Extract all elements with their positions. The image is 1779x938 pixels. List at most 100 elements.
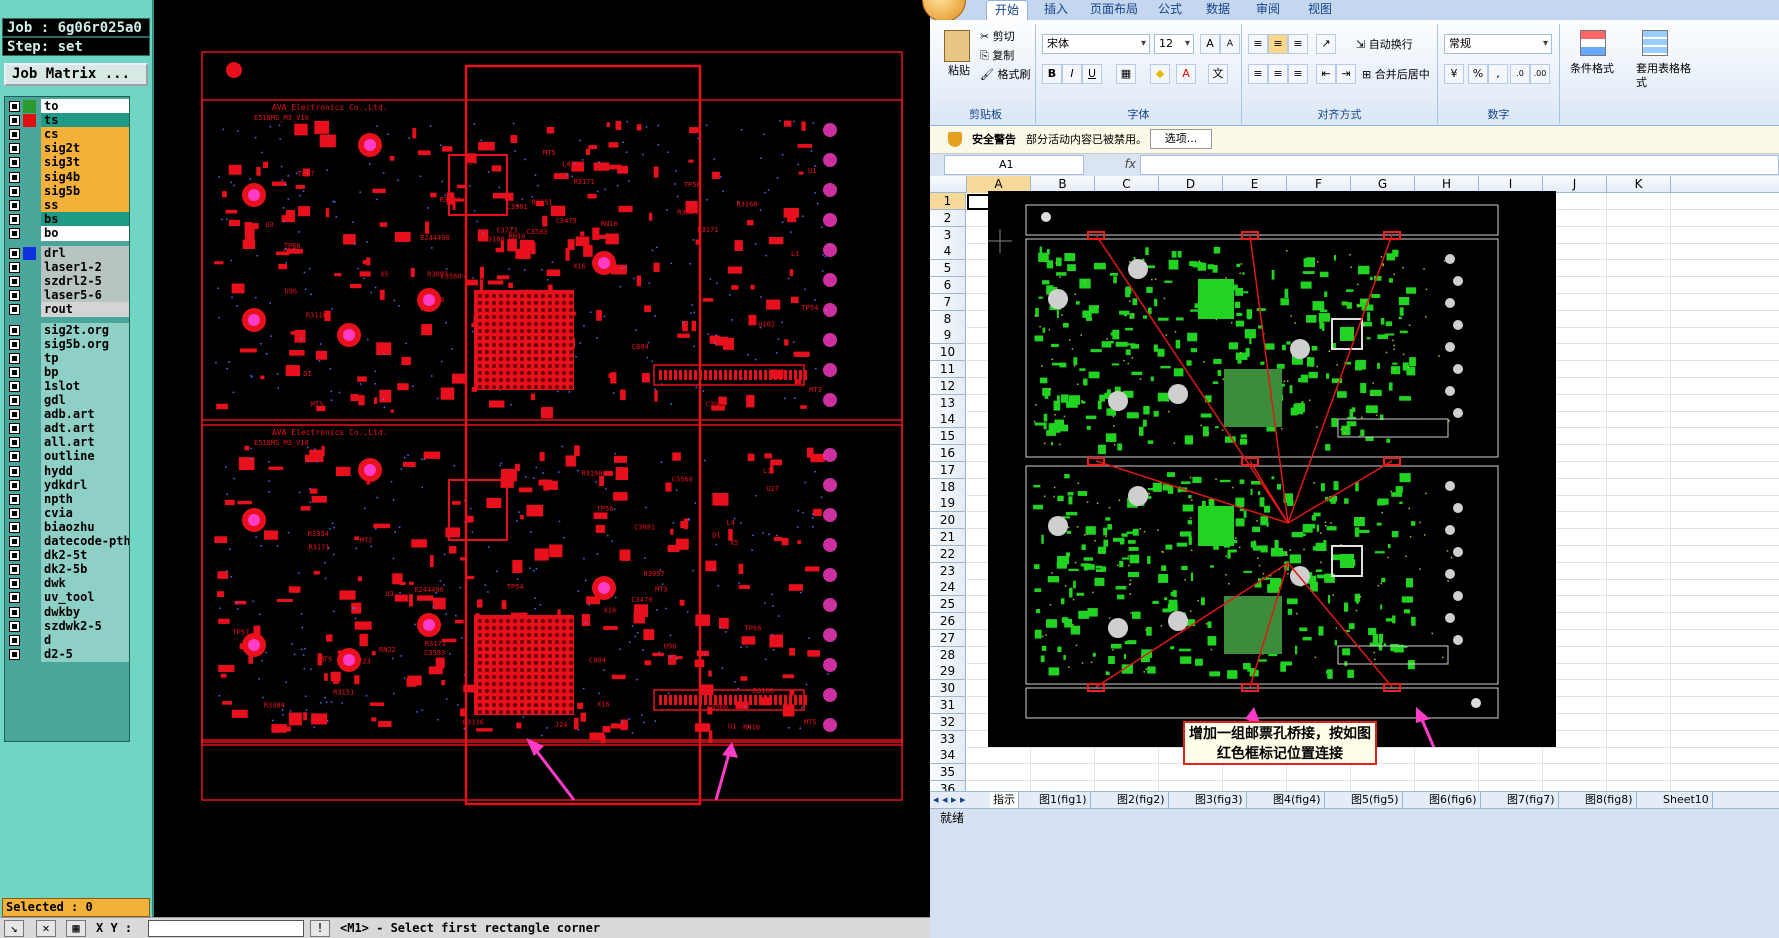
row-header[interactable]: 10 <box>930 344 966 362</box>
layer-checkbox[interactable] <box>9 648 20 660</box>
font-size-combo[interactable]: 12 <box>1154 34 1194 54</box>
row-header[interactable]: 5 <box>930 260 966 278</box>
callout-textbox[interactable]: 增加一组邮票孔桥接，按如图红色框标记位置连接 <box>1183 721 1377 765</box>
layer-color-swatch[interactable] <box>23 479 36 492</box>
wrap-text-button[interactable]: ⇲ 自动换行 <box>1356 38 1413 52</box>
layer-checkbox[interactable] <box>9 409 20 421</box>
layer-row-gdl[interactable]: gdl <box>7 393 129 408</box>
layer-checkbox[interactable] <box>9 465 20 477</box>
layer-row-sig5b.org[interactable]: sig5b.org <box>7 336 129 352</box>
bold-icon[interactable]: B <box>1042 64 1062 84</box>
pointer-tool-button[interactable]: ↘ <box>4 920 24 937</box>
layer-row-d[interactable]: d <box>7 632 129 648</box>
layer-color-swatch[interactable] <box>23 324 36 337</box>
sheet-nav-icon[interactable]: ◂ ◂ ▸ ▸ <box>930 792 969 808</box>
sheet-tab[interactable]: 图8(fig8) <box>1582 792 1637 808</box>
layer-checkbox[interactable] <box>9 479 20 491</box>
layer-checkbox[interactable] <box>9 521 20 533</box>
merge-center-button[interactable]: ⊞ 合并后居中 <box>1362 68 1430 82</box>
layer-color-swatch[interactable] <box>23 100 36 113</box>
layer-color-swatch[interactable] <box>23 436 36 449</box>
layer-color-swatch[interactable] <box>23 227 36 240</box>
name-box[interactable]: A1 <box>944 155 1084 175</box>
layer-checkbox[interactable] <box>9 101 20 112</box>
layer-color-swatch[interactable] <box>23 199 36 212</box>
formula-input[interactable] <box>1140 155 1779 175</box>
row-header[interactable]: 34 <box>930 747 966 765</box>
layer-checkbox[interactable] <box>9 451 20 463</box>
layer-checkbox[interactable] <box>9 157 20 169</box>
layer-checkbox[interactable] <box>9 324 20 336</box>
row-header[interactable]: 20 <box>930 512 966 530</box>
paste-button[interactable]: 粘贴 <box>948 64 970 78</box>
layer-checkbox[interactable] <box>9 143 20 155</box>
layer-color-swatch[interactable] <box>23 366 36 379</box>
layer-row-sig4b[interactable]: sig4b <box>7 169 129 185</box>
align-bottom-icon[interactable]: ≡ <box>1288 34 1308 54</box>
layer-checkbox[interactable] <box>9 437 20 449</box>
sheet-tab[interactable]: 图2(fig2) <box>1114 792 1169 808</box>
sheet-tab[interactable]: 图5(fig5) <box>1348 792 1403 808</box>
layer-color-swatch[interactable] <box>23 577 36 590</box>
layer-row-szdwk2-5[interactable]: szdwk2-5 <box>7 618 129 634</box>
row-header[interactable]: 26 <box>930 613 966 630</box>
layer-checkbox[interactable] <box>9 199 20 211</box>
fx-icon[interactable]: fx <box>1096 155 1136 175</box>
layer-row-dwk[interactable]: dwk <box>7 576 129 592</box>
layer-checkbox[interactable] <box>9 380 20 392</box>
align-right-icon[interactable]: ≡ <box>1288 64 1308 84</box>
layer-row-adt.art[interactable]: adt.art <box>7 421 129 437</box>
row-header[interactable]: 16 <box>930 445 966 462</box>
pause-button[interactable]: ! <box>310 920 330 937</box>
format-painter-button[interactable]: 🖌 格式刷 <box>980 68 1030 82</box>
layer-row-all.art[interactable]: all.art <box>7 435 129 451</box>
row-header[interactable]: 33 <box>930 730 966 748</box>
align-top-icon[interactable]: ≡ <box>1248 34 1268 54</box>
layer-color-swatch[interactable] <box>23 549 36 562</box>
row-header[interactable]: 24 <box>930 579 966 597</box>
layer-checkbox[interactable] <box>9 352 20 364</box>
font-name-combo[interactable]: 宋体 <box>1042 34 1150 54</box>
layer-color-swatch[interactable] <box>23 128 36 141</box>
row-header[interactable]: 30 <box>930 680 966 698</box>
layer-row-dwkby[interactable]: dwkby <box>7 604 129 620</box>
row-header[interactable]: 21 <box>930 529 966 546</box>
layer-checkbox[interactable] <box>9 262 20 274</box>
cut-button[interactable]: ✂ 剪切 <box>980 30 1015 44</box>
align-middle-icon[interactable]: ≡ <box>1268 34 1288 54</box>
ribbon-tab[interactable]: 审阅 <box>1248 0 1288 20</box>
layer-color-swatch[interactable] <box>23 142 36 155</box>
xy-input[interactable] <box>148 920 304 937</box>
sheet-tab[interactable]: Sheet10 <box>1660 792 1713 808</box>
layer-color-swatch[interactable] <box>23 275 36 288</box>
sheet-tab[interactable]: 图3(fig3) <box>1192 792 1247 808</box>
layer-row-adb.art[interactable]: adb.art <box>7 407 129 423</box>
layer-checkbox[interactable] <box>9 185 20 197</box>
layer-checkbox[interactable] <box>9 606 20 618</box>
align-left-icon[interactable]: ≡ <box>1248 64 1268 84</box>
security-options-button[interactable]: 选项... <box>1150 129 1212 149</box>
layer-color-swatch[interactable] <box>23 261 36 274</box>
row-header[interactable]: 18 <box>930 478 966 496</box>
layer-checkbox[interactable] <box>9 592 20 604</box>
layer-color-swatch[interactable] <box>23 303 36 316</box>
layer-color-swatch[interactable] <box>23 535 36 548</box>
increase-decimal-icon[interactable]: .0 <box>1510 64 1530 84</box>
layer-color-swatch[interactable] <box>23 606 36 619</box>
ribbon-tab[interactable]: 视图 <box>1300 0 1340 20</box>
row-header[interactable]: 4 <box>930 243 966 261</box>
row-header[interactable]: 1 <box>930 193 966 210</box>
sheet-tab[interactable]: 指示 <box>990 792 1019 808</box>
percent-icon[interactable]: % <box>1468 64 1488 84</box>
row-header[interactable]: 7 <box>930 293 966 311</box>
layer-checkbox[interactable] <box>9 550 20 562</box>
layer-color-swatch[interactable] <box>23 185 36 198</box>
layer-checkbox[interactable] <box>9 536 20 547</box>
grow-font-icon[interactable]: A <box>1200 34 1220 54</box>
sheet-tab[interactable]: 图4(fig4) <box>1270 792 1325 808</box>
row-header[interactable]: 9 <box>930 327 966 345</box>
layer-checkbox[interactable] <box>9 115 20 127</box>
layer-checkbox[interactable] <box>9 620 20 632</box>
layer-checkbox[interactable] <box>9 290 20 302</box>
indent-increase-icon[interactable]: ⇥ <box>1336 64 1356 84</box>
